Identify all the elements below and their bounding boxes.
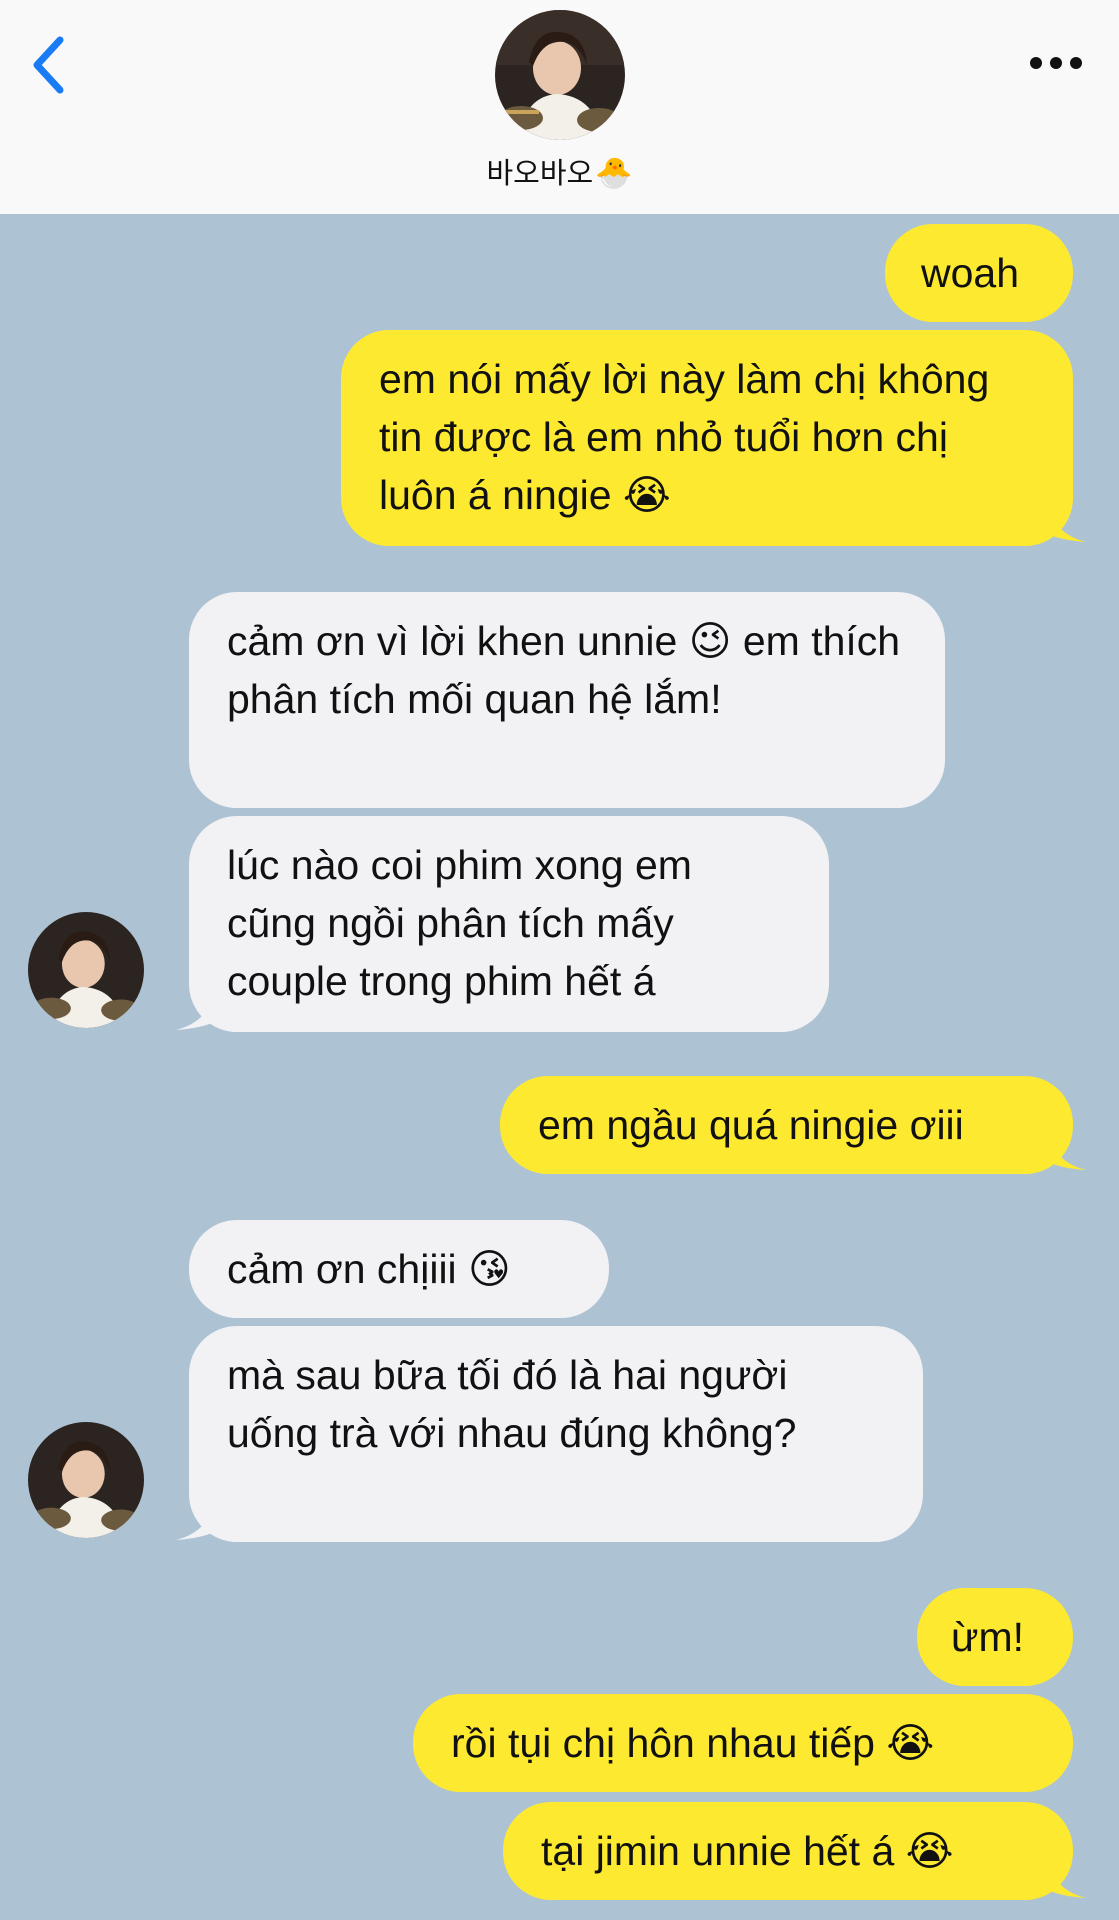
contact-avatar-small[interactable] xyxy=(28,912,144,1028)
bubble-tail xyxy=(176,992,214,1030)
outgoing-message[interactable]: woah xyxy=(885,224,1073,322)
avatar-photo xyxy=(495,10,625,140)
incoming-message[interactable]: cảm ơn chịiii 😘 xyxy=(189,1220,609,1318)
bubble-tail xyxy=(176,1502,214,1540)
message-text: woah xyxy=(921,250,1020,296)
contact-name-text: 바오바오 xyxy=(486,158,594,190)
chat-header: 바오바오🐣 xyxy=(0,0,1119,215)
bubble-tail xyxy=(1048,1132,1086,1170)
message-text: mà sau bữa tối đó là hai người uống trà … xyxy=(227,1352,797,1456)
outgoing-message[interactable]: em ngầu quá ningie ơiii xyxy=(500,1076,1073,1174)
message-text: lúc nào coi phim xong em cũng ngồi phân … xyxy=(227,842,692,1004)
bubble-tail xyxy=(1048,504,1086,542)
contact-avatar-small[interactable] xyxy=(28,1422,144,1538)
avatar-photo xyxy=(28,912,144,1028)
message-text: rồi tụi chị hôn nhau tiếp 😭 xyxy=(451,1720,935,1766)
outgoing-message[interactable]: tại jimin unnie hết á 😭 xyxy=(503,1802,1073,1900)
message-text: ừm! xyxy=(951,1614,1024,1660)
message-text: cảm ơn chịiii 😘 xyxy=(227,1246,511,1292)
hatching-chick-icon: 🐣 xyxy=(595,157,633,190)
incoming-message[interactable]: cảm ơn vì lời khen unnie 😉 em thích phân… xyxy=(189,592,945,808)
chevron-left-icon xyxy=(33,36,64,94)
contact-name: 바오바오🐣 xyxy=(0,150,1119,192)
outgoing-message[interactable]: ừm! xyxy=(917,1588,1073,1686)
ellipsis-icon xyxy=(1030,57,1082,69)
outgoing-message[interactable]: em nói mấy lời này làm chị không tin đượ… xyxy=(341,330,1073,546)
incoming-message[interactable]: mà sau bữa tối đó là hai người uống trà … xyxy=(189,1326,923,1542)
message-text: em ngầu quá ningie ơiii xyxy=(538,1102,964,1148)
outgoing-message[interactable]: rồi tụi chị hôn nhau tiếp 😭 xyxy=(413,1694,1073,1792)
contact-avatar[interactable] xyxy=(495,10,625,140)
back-button[interactable] xyxy=(18,30,78,100)
message-text: tại jimin unnie hết á 😭 xyxy=(541,1828,954,1874)
chat-area[interactable]: woah em nói mấy lời này làm chị không ti… xyxy=(0,214,1119,1920)
incoming-message[interactable]: lúc nào coi phim xong em cũng ngồi phân … xyxy=(189,816,829,1032)
bubble-tail xyxy=(1048,1860,1086,1898)
message-text: cảm ơn vì lời khen unnie 😉 em thích phân… xyxy=(227,618,901,722)
more-options-button[interactable] xyxy=(1021,38,1091,88)
message-text: em nói mấy lời này làm chị không tin đượ… xyxy=(379,356,990,518)
avatar-photo xyxy=(28,1422,144,1538)
